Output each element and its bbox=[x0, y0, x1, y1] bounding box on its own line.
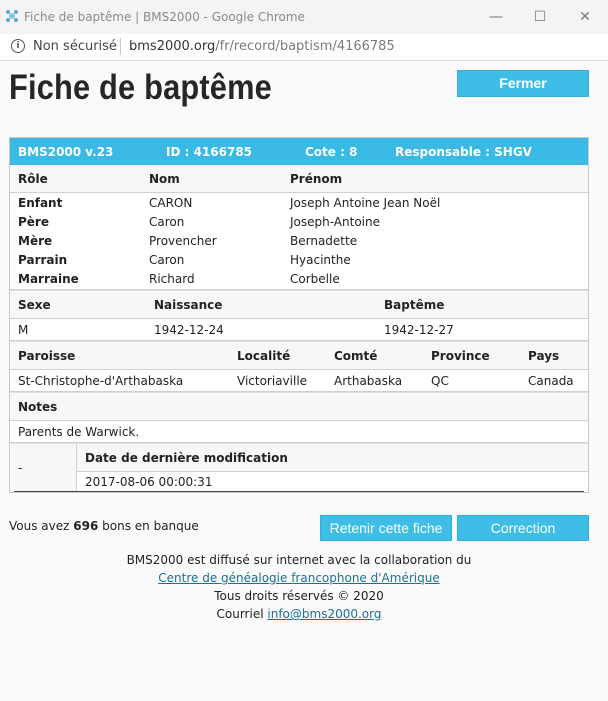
modification-left-value: - bbox=[18, 461, 23, 475]
person-prenom: Corbelle bbox=[290, 272, 340, 286]
notes-label: Notes bbox=[18, 400, 58, 414]
footer: BMS2000 est diffusé sur internet avec la… bbox=[0, 551, 598, 623]
col-nom: Nom bbox=[149, 172, 180, 186]
value-comte: Arthabaska bbox=[334, 374, 403, 388]
page-title: Fiche de baptême bbox=[9, 68, 272, 107]
bank-prefix: Vous avez bbox=[9, 519, 70, 533]
person-row: Mère Provencher Bernadette bbox=[10, 231, 588, 250]
person-role: Marraine bbox=[18, 272, 79, 286]
col-naissance: Naissance bbox=[154, 298, 223, 312]
modification-block: - Date de dernière modification 2017-08-… bbox=[10, 443, 588, 492]
correction-button[interactable]: Correction bbox=[457, 515, 589, 541]
person-role: Père bbox=[18, 215, 49, 229]
record-version: BMS2000 v.23 bbox=[18, 145, 114, 159]
bank-suffix: bons en banque bbox=[102, 519, 199, 533]
record-card: BMS2000 v.23 ID : 4166785 Cote : 8 Respo… bbox=[9, 137, 589, 493]
close-button[interactable]: Fermer bbox=[457, 70, 589, 97]
footer-line: BMS2000 est diffusé sur internet avec la… bbox=[126, 553, 472, 567]
footer-email-label: Courriel bbox=[216, 607, 264, 621]
people-list: Enfant CARON Joseph Antoine Jean Noël Pè… bbox=[10, 193, 588, 290]
maximize-icon[interactable]: ☐ bbox=[528, 6, 552, 28]
record-cote: Cote : 8 bbox=[305, 145, 358, 159]
address-bar[interactable]: i Non sécurisé bms2000.org/fr/record/bap… bbox=[0, 34, 608, 61]
value-bapteme: 1942-12-27 bbox=[384, 323, 454, 337]
keep-record-button[interactable]: Retenir cette fiche bbox=[320, 515, 452, 541]
person-prenom: Hyacinthe bbox=[290, 253, 351, 267]
col-localite: Localité bbox=[237, 349, 291, 363]
notes-text: Parents de Warwick. bbox=[18, 425, 140, 439]
record-responsable: Responsable : SHGV bbox=[395, 145, 532, 159]
col-province: Province bbox=[431, 349, 490, 363]
person-role: Enfant bbox=[18, 196, 63, 210]
col-bapteme: Baptême bbox=[384, 298, 445, 312]
bank-balance: Vous avez 696 bons en banque bbox=[9, 519, 199, 533]
person-role: Parrain bbox=[18, 253, 68, 267]
col-prenom: Prénom bbox=[290, 172, 343, 186]
footer-rights: Tous droits réservés © 2020 bbox=[214, 589, 384, 603]
record-header: BMS2000 v.23 ID : 4166785 Cote : 8 Respo… bbox=[10, 138, 588, 165]
birth-header-row: Sexe Naissance Baptême bbox=[10, 290, 588, 319]
modification-label: Date de dernière modification bbox=[85, 451, 288, 465]
person-prenom: Joseph Antoine Jean Noël bbox=[290, 196, 441, 210]
window-title: Fiche de baptême | BMS2000 - Google Chro… bbox=[24, 10, 305, 24]
app-icon bbox=[6, 10, 18, 22]
person-nom: Caron bbox=[149, 253, 185, 267]
birth-value-row: M 1942-12-24 1942-12-27 bbox=[10, 319, 588, 341]
person-row: Enfant CARON Joseph Antoine Jean Noël bbox=[10, 193, 588, 212]
url-host: bms2000.org bbox=[129, 39, 216, 54]
person-prenom: Joseph-Antoine bbox=[290, 215, 380, 229]
person-prenom: Bernadette bbox=[290, 234, 358, 248]
window-titlebar: Fiche de baptême | BMS2000 - Google Chro… bbox=[0, 0, 608, 35]
divider bbox=[14, 491, 584, 492]
col-comte: Comté bbox=[334, 349, 378, 363]
col-pays: Pays bbox=[528, 349, 560, 363]
address-separator bbox=[120, 38, 121, 55]
person-role: Mère bbox=[18, 234, 53, 248]
person-nom: Caron bbox=[149, 215, 185, 229]
notes-value-row: Parents de Warwick. bbox=[10, 421, 588, 443]
security-label[interactable]: Non sécurisé bbox=[33, 39, 117, 54]
minimize-icon[interactable]: — bbox=[484, 6, 508, 28]
url-text[interactable]: bms2000.org/fr/record/baptism/4166785 bbox=[129, 39, 395, 54]
close-icon[interactable]: ✕ bbox=[573, 6, 597, 28]
person-nom: Provencher bbox=[149, 234, 217, 248]
person-row: Marraine Richard Corbelle bbox=[10, 269, 588, 288]
value-province: QC bbox=[431, 374, 449, 388]
person-nom: Richard bbox=[149, 272, 195, 286]
record-id: ID : 4166785 bbox=[166, 145, 253, 159]
person-row: Parrain Caron Hyacinthe bbox=[10, 250, 588, 269]
value-sexe: M bbox=[18, 323, 29, 337]
value-pays: Canada bbox=[528, 374, 574, 388]
value-localite: Victoriaville bbox=[237, 374, 308, 388]
place-value-row: St-Christophe-d'Arthabaska Victoriaville… bbox=[10, 370, 588, 392]
modification-header: Date de dernière modification bbox=[77, 444, 588, 472]
info-icon[interactable]: i bbox=[11, 39, 25, 53]
person-nom: CARON bbox=[149, 196, 193, 210]
col-paroisse: Paroisse bbox=[18, 349, 76, 363]
col-sexe: Sexe bbox=[18, 298, 51, 312]
modification-date: 2017-08-06 00:00:31 bbox=[85, 475, 213, 489]
value-paroisse: St-Christophe-d'Arthabaska bbox=[18, 374, 184, 388]
person-row: Père Caron Joseph-Antoine bbox=[10, 212, 588, 231]
modification-left-cell: - bbox=[10, 444, 77, 492]
footer-partner-link[interactable]: Centre de généalogie francophone d'Améri… bbox=[158, 571, 439, 585]
place-header-row: Paroisse Localité Comté Province Pays bbox=[10, 341, 588, 370]
people-header-row: Rôle Nom Prénom bbox=[10, 165, 588, 193]
notes-header-row: Notes bbox=[10, 392, 588, 421]
col-role: Rôle bbox=[18, 172, 48, 186]
url-path: /fr/record/baptism/4166785 bbox=[215, 39, 395, 54]
footer-email-link[interactable]: info@bms2000.org bbox=[267, 607, 381, 621]
value-naissance: 1942-12-24 bbox=[154, 323, 224, 337]
bank-count: 696 bbox=[73, 519, 99, 533]
